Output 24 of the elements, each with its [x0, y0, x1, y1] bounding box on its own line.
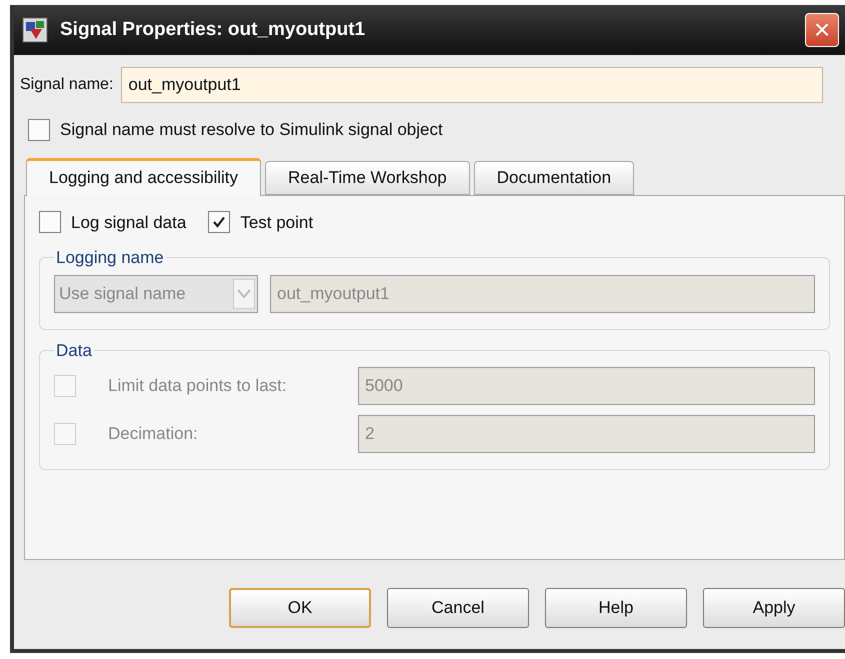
- checkbox-label: Log signal data: [71, 212, 186, 234]
- checkbox-label: Test point: [240, 212, 314, 234]
- checkbox[interactable]: [28, 118, 50, 141]
- checkbox[interactable]: [208, 211, 230, 234]
- field-label: Decimation:: [108, 423, 199, 446]
- signal-name-field[interactable]: out_myoutput1: [121, 67, 823, 103]
- checkbox[interactable]: [39, 211, 61, 234]
- dialog-button[interactable]: Help: [545, 588, 687, 628]
- dialog-button[interactable]: Cancel: [387, 588, 529, 628]
- tab[interactable]: Real-Time Workshop: [265, 160, 470, 194]
- dialog-button[interactable]: Apply: [703, 588, 845, 628]
- dialog-button[interactable]: OK: [229, 588, 371, 628]
- checkbox-label: Signal name must resolve to Simulink signal object: [60, 119, 443, 141]
- tab[interactable]: Documentation: [474, 160, 634, 194]
- group-title: Data: [55, 340, 93, 362]
- window-title: Signal Properties: out_myoutput1: [60, 18, 366, 42]
- field-label: Signal name:: [20, 75, 114, 95]
- app-icon: [22, 17, 48, 43]
- chevron-down-icon: [233, 278, 255, 308]
- tab[interactable]: Logging and accessibility: [26, 158, 262, 196]
- field-label: Limit data points to last:: [108, 375, 288, 398]
- close-button[interactable]: ×: [805, 13, 839, 47]
- group-title: Logging name: [55, 247, 165, 269]
- checkmark-icon: [212, 215, 226, 230]
